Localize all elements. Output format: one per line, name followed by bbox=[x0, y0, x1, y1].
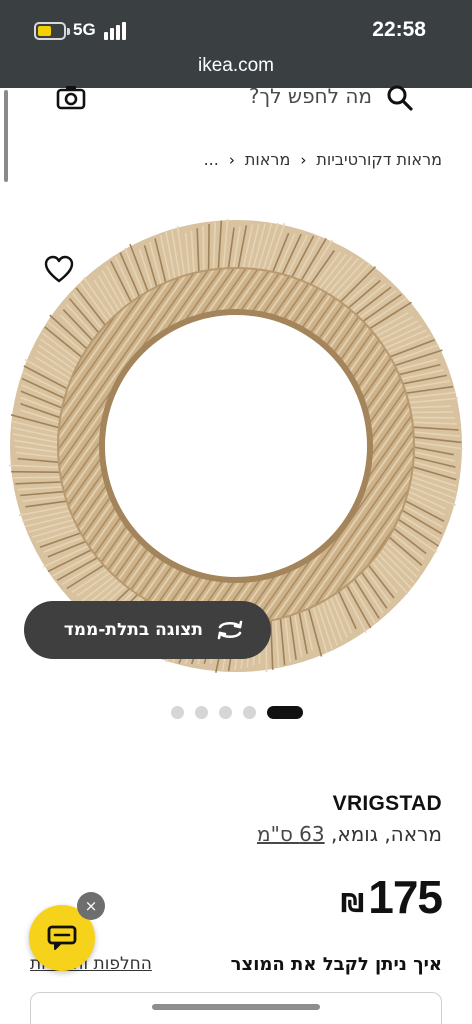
product-description: מראה, גומא, 63 ס"מ bbox=[257, 822, 442, 846]
battery-level bbox=[38, 26, 52, 36]
clock: 22:58 bbox=[372, 18, 426, 41]
chevron-left-icon: ‹ bbox=[228, 150, 235, 169]
heart-icon[interactable] bbox=[44, 255, 74, 283]
search-placeholder: מה לחפש לך? bbox=[248, 84, 372, 108]
view-3d-label: תצוגה בתלת-ממד bbox=[63, 620, 203, 640]
search-icon[interactable] bbox=[386, 84, 414, 112]
image-carousel-dots[interactable] bbox=[171, 706, 303, 719]
close-icon[interactable]: × bbox=[77, 892, 105, 920]
carousel-dot[interactable] bbox=[219, 706, 232, 719]
network-type: 5G bbox=[73, 20, 96, 39]
battery-icon bbox=[34, 22, 70, 40]
currency-symbol: ₪ bbox=[340, 889, 365, 919]
view-3d-button[interactable]: תצוגה בתלת-ממד bbox=[24, 601, 271, 659]
rotate-3d-icon bbox=[217, 620, 243, 640]
price: ₪ 175 bbox=[340, 870, 443, 924]
home-indicator[interactable] bbox=[152, 1004, 320, 1010]
carousel-dot[interactable] bbox=[195, 706, 208, 719]
product-name: VRIGSTAD bbox=[332, 792, 442, 815]
chevron-left-icon: ‹ bbox=[300, 150, 307, 169]
carousel-dot[interactable] bbox=[243, 706, 256, 719]
breadcrumb-item-current[interactable]: מראות דקורטיביות bbox=[316, 150, 442, 169]
breadcrumb-item-more[interactable]: ... bbox=[204, 150, 219, 169]
chat-icon bbox=[47, 925, 77, 950]
search-input[interactable]: מה לחפש לך? bbox=[30, 64, 442, 132]
camera-icon[interactable] bbox=[56, 84, 86, 110]
scroll-indicator bbox=[4, 90, 8, 182]
breadcrumb-item-mirrors[interactable]: מראות bbox=[245, 150, 290, 169]
price-amount: 175 bbox=[368, 871, 443, 923]
carousel-dot-active[interactable] bbox=[267, 706, 303, 719]
size-link[interactable]: 63 ס"מ bbox=[257, 822, 325, 846]
product-type: מראה, גומא, bbox=[330, 822, 442, 846]
carousel-dot[interactable] bbox=[171, 706, 184, 719]
breadcrumb: מראות דקורטיביות ‹ מראות ‹ ... bbox=[204, 150, 442, 169]
delivery-title: איך ניתן לקבל את המוצר bbox=[230, 954, 442, 975]
signal-icon bbox=[104, 22, 128, 40]
